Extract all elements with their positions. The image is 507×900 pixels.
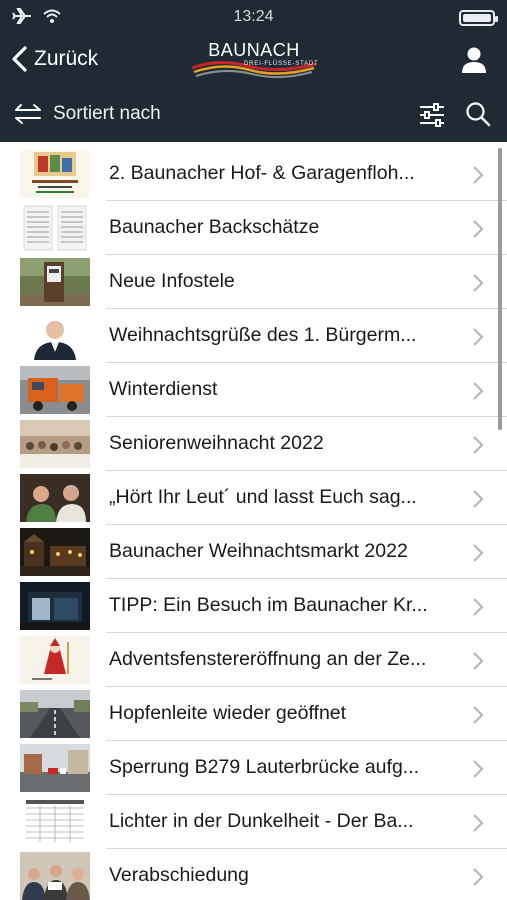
chevron-left-icon — [12, 46, 27, 72]
list-item[interactable]: Verabschiedung — [0, 849, 507, 900]
swap-arrows-icon[interactable] — [14, 103, 42, 125]
chevron-right-icon — [473, 544, 484, 562]
item-title: Seniorenweihnacht 2022 — [109, 432, 324, 454]
thumbnail-document — [20, 204, 90, 252]
item-title: 2. Baunacher Hof- & Garagenfloh... — [109, 162, 415, 184]
item-title: Verabschiedung — [109, 864, 249, 886]
list-item[interactable]: Winterdienst — [0, 363, 507, 417]
thumbnail-snow-plow — [20, 366, 90, 414]
thumbnail-road — [20, 690, 90, 738]
chevron-right-icon — [473, 760, 484, 778]
thumbnail-advent-card — [20, 636, 90, 684]
baunach-logo: BAUNACH DREI-FLÜSSE-STADT — [188, 38, 320, 84]
status-time: 13:24 — [233, 8, 274, 25]
thumbnail-night-building — [20, 582, 90, 630]
thumbnail-street — [20, 744, 90, 792]
item-title: Weihnachtsgrüße des 1. Bürgerm... — [109, 324, 417, 346]
thumbnail-night-market — [20, 528, 90, 576]
chevron-right-icon — [473, 220, 484, 238]
list-item[interactable]: „Hört Ihr Leut´ und lasst Euch sag... — [0, 471, 507, 525]
user-icon[interactable] — [461, 46, 487, 74]
thumbnail-two-men — [20, 474, 90, 522]
item-title: Lichter in der Dunkelheit - Der Ba... — [109, 810, 414, 832]
chevron-right-icon — [473, 166, 484, 184]
chevron-right-icon — [473, 274, 484, 292]
scrollbar[interactable] — [498, 148, 502, 430]
logo-tagline: DREI-FLÜSSE-STADT — [244, 61, 319, 67]
list-item[interactable]: Baunacher Backschätze — [0, 201, 507, 255]
item-title: „Hört Ihr Leut´ und lasst Euch sag... — [109, 486, 417, 508]
thumbnail-hall — [20, 420, 90, 468]
status-bar: 13:24 — [0, 0, 507, 34]
thumbnail-info-pillar — [20, 258, 90, 306]
item-title: Hopfenleite wieder geöffnet — [109, 702, 347, 724]
item-title: Baunacher Backschätze — [109, 216, 320, 238]
item-title: TIPP: Ein Besuch im Baunacher Kr... — [109, 594, 428, 616]
back-button[interactable]: Zurück — [10, 46, 98, 72]
list-item[interactable]: Sperrung B279 Lauterbrücke aufg... — [0, 741, 507, 795]
list-item[interactable]: 2. Baunacher Hof- & Garagenfloh... — [0, 147, 507, 201]
list-item[interactable]: Seniorenweihnacht 2022 — [0, 417, 507, 471]
news-list: 2. Baunacher Hof- & Garagenfloh... Bauna… — [0, 142, 507, 900]
chevron-right-icon — [473, 490, 484, 508]
thumbnail-portrait — [20, 312, 90, 360]
sort-label[interactable]: Sortiert nach — [53, 103, 161, 125]
thumbnail-group — [20, 852, 90, 900]
logo-waves — [191, 61, 317, 78]
list-item[interactable]: Baunacher Weihnachtsmarkt 2022 — [0, 525, 507, 579]
chevron-right-icon — [473, 706, 484, 724]
item-title: Sperrung B279 Lauterbrücke aufg... — [109, 756, 420, 778]
thumbnail-calendar — [20, 798, 90, 846]
item-title: Adventsfenstereröffnung an der Ze... — [109, 648, 427, 670]
chevron-right-icon — [473, 598, 484, 616]
chevron-right-icon — [473, 814, 484, 832]
nav-bar: Zurück BAUNACH DREI-FLÜSSE-STADT — [0, 34, 507, 88]
list-item[interactable]: Hopfenleite wieder geöffnet — [0, 687, 507, 741]
list-item[interactable]: Weihnachtsgrüße des 1. Bürgerm... — [0, 309, 507, 363]
back-label: Zurück — [34, 47, 99, 70]
list-item[interactable]: TIPP: Ein Besuch im Baunacher Kr... — [0, 579, 507, 633]
search-icon[interactable] — [465, 101, 491, 127]
thumbnail-flyer — [20, 150, 90, 198]
item-title: Winterdienst — [109, 378, 218, 400]
item-title: Baunacher Weihnachtsmarkt 2022 — [109, 540, 408, 562]
chevron-right-icon — [473, 652, 484, 670]
list-item[interactable]: Neue Infostele — [0, 255, 507, 309]
chevron-right-icon — [473, 328, 484, 346]
list-item[interactable]: Lichter in der Dunkelheit - Der Ba... — [0, 795, 507, 849]
battery-icon — [459, 10, 498, 26]
list-item[interactable]: Adventsfenstereröffnung an der Ze... — [0, 633, 507, 687]
item-title: Neue Infostele — [109, 270, 235, 292]
filter-sliders-icon[interactable] — [419, 102, 445, 128]
chevron-right-icon — [473, 436, 484, 454]
chevron-right-icon — [473, 382, 484, 400]
sort-bar: Sortiert nach — [0, 88, 507, 142]
chevron-right-icon — [473, 868, 484, 886]
